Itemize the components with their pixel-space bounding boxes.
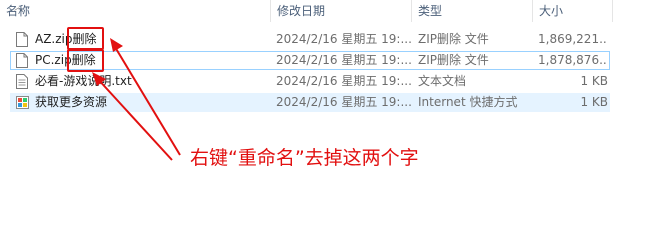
arrow-icon — [110, 38, 181, 156]
annotation-arrows — [92, 38, 181, 161]
annotation-text: 右键“重命名”去掉这两个字 — [190, 147, 419, 169]
arrow-icon — [92, 72, 173, 161]
